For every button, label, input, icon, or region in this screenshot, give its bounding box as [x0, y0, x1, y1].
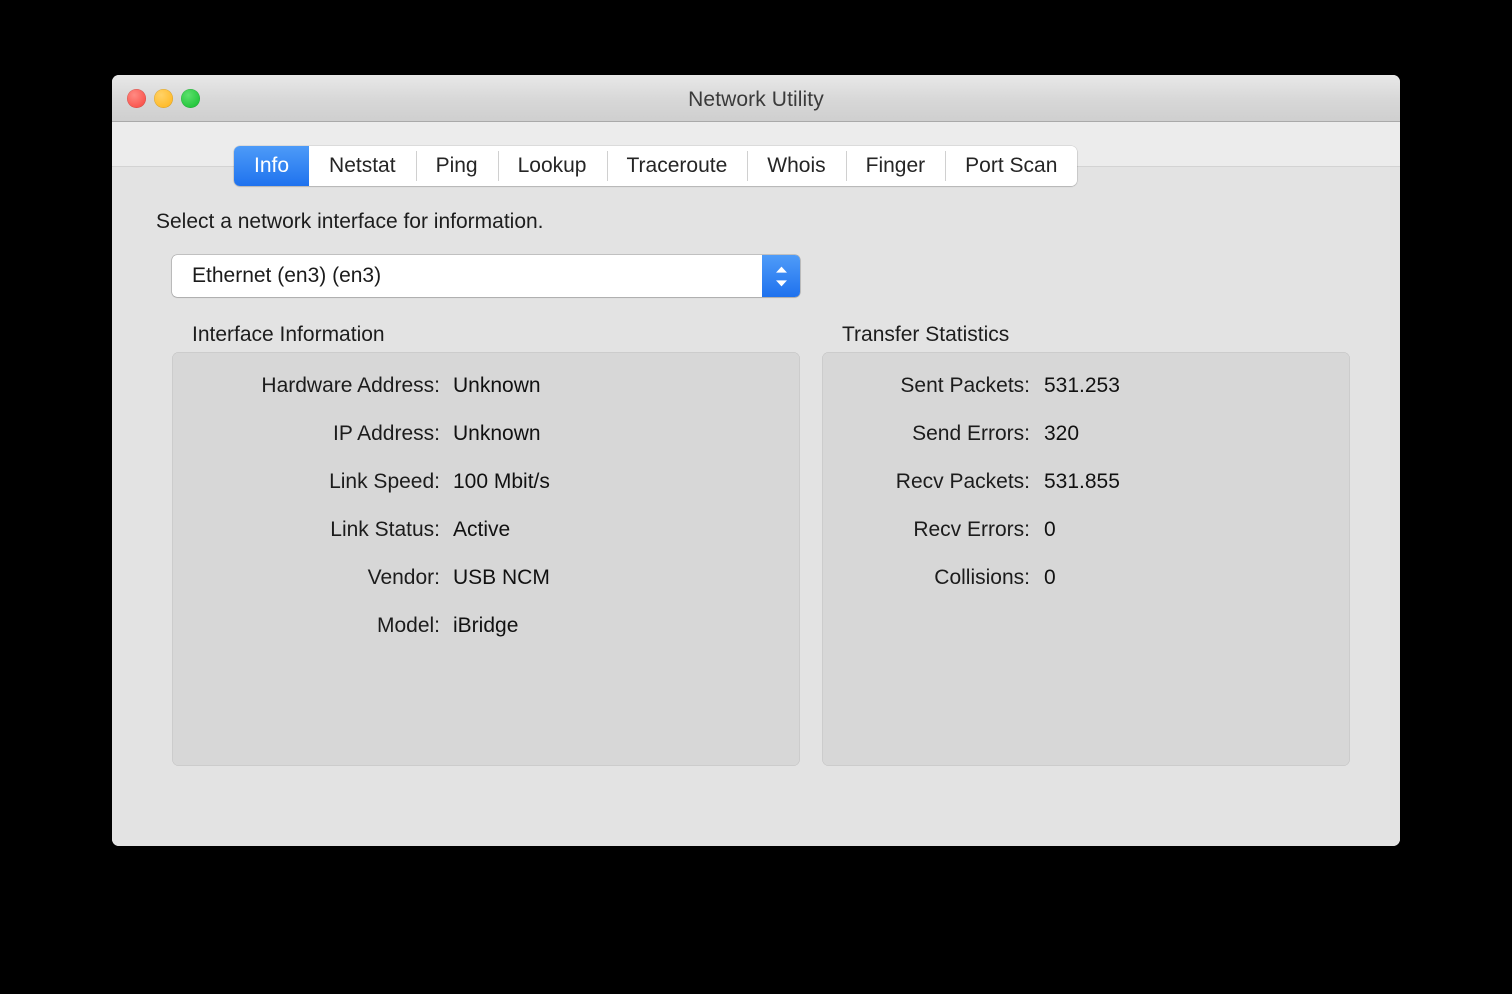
- window-titlebar[interactable]: Network Utility: [112, 75, 1400, 122]
- tab-whois[interactable]: Whois: [747, 146, 846, 186]
- list-item: Hardware Address: Unknown: [172, 374, 800, 422]
- list-item: Link Speed: 100 Mbit/s: [172, 470, 800, 518]
- tab-lookup[interactable]: Lookup: [497, 146, 607, 186]
- model-value: iBridge: [453, 614, 519, 637]
- list-item: Vendor: USB NCM: [172, 566, 800, 614]
- recv-packets-label: Recv Packets:: [895, 470, 1030, 493]
- tab-finger[interactable]: Finger: [845, 146, 946, 186]
- tab-finger-label: Finger: [865, 154, 926, 177]
- interface-information-title: Interface Information: [192, 323, 385, 346]
- interface-information-panel: Hardware Address: Unknown IP Address: Un…: [172, 352, 800, 766]
- instruction-text: Select a network interface for informati…: [156, 210, 544, 233]
- tab-info[interactable]: Info: [234, 146, 310, 186]
- link-speed-value: 100 Mbit/s: [453, 470, 550, 493]
- list-item: Send Errors: 320: [822, 422, 1350, 470]
- tab-port-scan-label: Port Scan: [965, 154, 1058, 177]
- ip-address-value: Unknown: [453, 422, 541, 445]
- transfer-statistics-rows: Sent Packets: 531.253 Send Errors: 320 R…: [822, 374, 1350, 614]
- hardware-address-label: Hardware Address:: [261, 374, 440, 397]
- network-utility-window: Network Utility Info Netstat Ping Lookup…: [112, 75, 1400, 846]
- transfer-statistics-group: Transfer Statistics Sent Packets: 531.25…: [822, 323, 1350, 766]
- tab-bar-strip: Info Netstat Ping Lookup Traceroute Whoi…: [112, 122, 1400, 186]
- sent-packets-label: Sent Packets:: [900, 374, 1030, 397]
- hardware-address-value: Unknown: [453, 374, 541, 397]
- link-speed-label: Link Speed:: [329, 470, 440, 493]
- tab-whois-label: Whois: [767, 154, 826, 177]
- tab-lookup-label: Lookup: [517, 154, 587, 177]
- tab-netstat-label: Netstat: [329, 154, 396, 177]
- tab-traceroute[interactable]: Traceroute: [606, 146, 748, 186]
- info-pane: Select a network interface for informati…: [112, 167, 1400, 846]
- collisions-value: 0: [1044, 566, 1056, 589]
- link-status-value: Active: [453, 518, 511, 541]
- transfer-statistics-panel: Sent Packets: 531.253 Send Errors: 320 R…: [822, 352, 1350, 766]
- transfer-statistics-title: Transfer Statistics: [842, 323, 1010, 346]
- collisions-label: Collisions:: [934, 566, 1030, 589]
- tab-ping[interactable]: Ping: [415, 146, 498, 186]
- model-label: Model:: [376, 614, 440, 637]
- recv-errors-value: 0: [1044, 518, 1056, 541]
- list-item: Recv Errors: 0: [822, 518, 1350, 566]
- network-interface-select[interactable]: Ethernet (en3) (en3): [172, 255, 800, 297]
- vendor-value: USB NCM: [453, 566, 550, 589]
- send-errors-label: Send Errors:: [912, 422, 1030, 445]
- list-item: Link Status: Active: [172, 518, 800, 566]
- window-title: Network Utility: [688, 88, 824, 111]
- list-item: Model: iBridge: [172, 614, 800, 662]
- link-status-label: Link Status:: [330, 518, 440, 541]
- ip-address-label: IP Address:: [332, 422, 440, 445]
- tab-port-scan[interactable]: Port Scan: [945, 146, 1078, 186]
- recv-errors-label: Recv Errors:: [913, 518, 1030, 541]
- tab-info-label: Info: [254, 154, 290, 177]
- list-item: Recv Packets: 531.855: [822, 470, 1350, 518]
- recv-packets-value: 531.855: [1044, 470, 1120, 493]
- list-item: Sent Packets: 531.253: [822, 374, 1350, 422]
- tab-ping-label: Ping: [435, 154, 478, 177]
- tab-traceroute-label: Traceroute: [626, 154, 728, 177]
- tab-bar: Info Netstat Ping Lookup Traceroute Whoi…: [234, 146, 1078, 186]
- tab-netstat[interactable]: Netstat: [309, 146, 416, 186]
- list-item: Collisions: 0: [822, 566, 1350, 614]
- list-item: IP Address: Unknown: [172, 422, 800, 470]
- send-errors-value: 320: [1044, 422, 1080, 445]
- chevron-up-down-icon[interactable]: [762, 255, 800, 297]
- interface-information-rows: Hardware Address: Unknown IP Address: Un…: [172, 374, 800, 662]
- interface-information-group: Interface Information Hardware Address: …: [172, 323, 800, 766]
- vendor-label: Vendor:: [367, 566, 440, 589]
- network-interface-select-value: Ethernet (en3) (en3): [192, 264, 382, 287]
- sent-packets-value: 531.253: [1044, 374, 1120, 397]
